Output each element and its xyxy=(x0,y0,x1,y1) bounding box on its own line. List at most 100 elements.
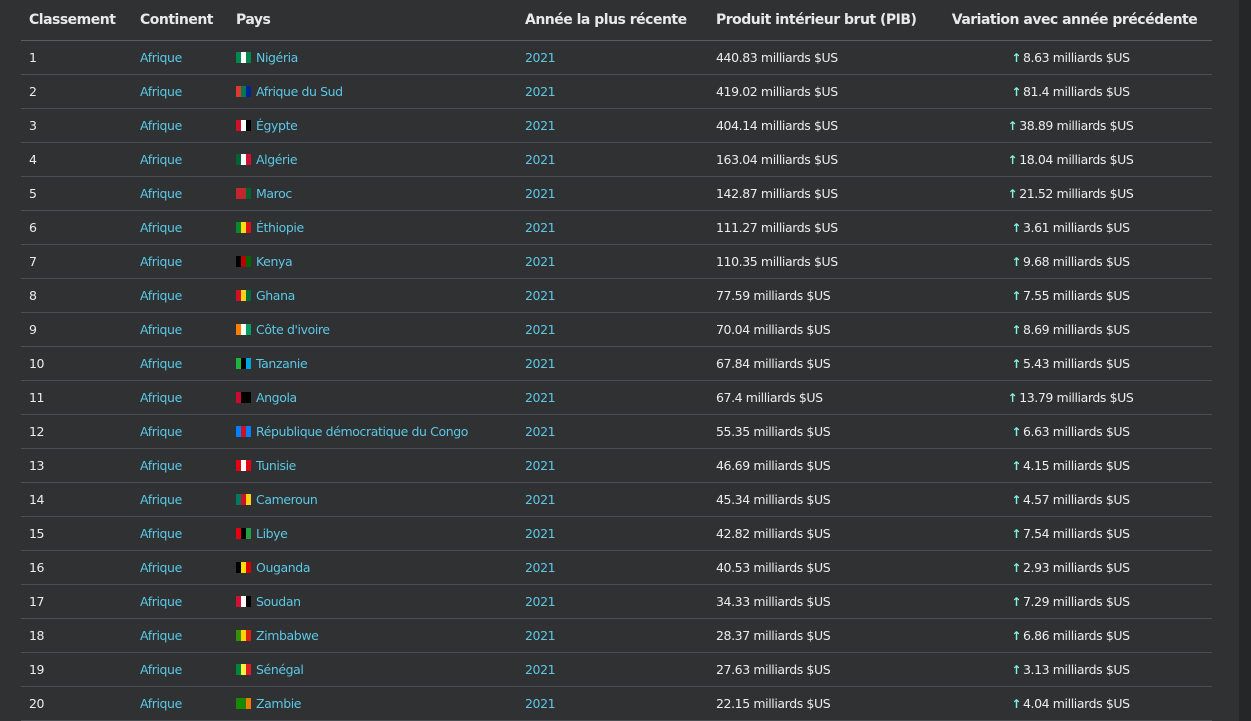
continent-link[interactable]: Afrique xyxy=(132,176,228,211)
change-value: 8.69 milliards $US xyxy=(1022,322,1130,337)
scrollbar[interactable] xyxy=(1239,0,1251,721)
year-link[interactable]: 2021 xyxy=(517,516,708,551)
gdp-cell: 440.83 milliards $US xyxy=(708,40,929,75)
change-value: 38.89 milliards $US xyxy=(1019,118,1134,133)
continent-link[interactable]: Afrique xyxy=(132,584,228,619)
change-cell: ↑ 7.55 milliards $US xyxy=(929,278,1212,313)
year-link[interactable]: 2021 xyxy=(517,482,708,517)
continent-link[interactable]: Afrique xyxy=(132,516,228,551)
year-link[interactable]: 2021 xyxy=(517,686,708,721)
continent-link[interactable]: Afrique xyxy=(132,210,228,245)
continent-link[interactable]: Afrique xyxy=(132,414,228,449)
continent-link[interactable]: Afrique xyxy=(132,108,228,143)
year-link[interactable]: 2021 xyxy=(517,346,708,381)
country-link[interactable]: Nigéria xyxy=(256,50,298,65)
table-row: 19 Afrique Sénégal 2021 27.63 milliards $US ↑… xyxy=(21,652,1212,687)
year-link[interactable]: 2021 xyxy=(517,40,708,75)
header-country[interactable]: Pays xyxy=(228,0,517,41)
country-link[interactable]: Kenya xyxy=(256,254,293,269)
continent-link[interactable]: Afrique xyxy=(132,244,228,279)
country-link[interactable]: Tunisie xyxy=(256,458,296,473)
rank-cell: 7 xyxy=(21,244,132,279)
continent-link[interactable]: Afrique xyxy=(132,74,228,109)
table-row: 2 Afrique Afrique du Sud 2021 419.02 milliar… xyxy=(21,74,1212,109)
country-link[interactable]: Zimbabwe xyxy=(256,628,319,643)
year-link[interactable]: 2021 xyxy=(517,108,708,143)
rank-cell: 17 xyxy=(21,584,132,619)
gdp-cell: 67.4 milliards $US xyxy=(708,380,929,415)
arrow-up-icon: ↑ xyxy=(1007,391,1018,405)
country-link[interactable]: Afrique du Sud xyxy=(256,84,343,99)
change-value: 13.79 milliards $US xyxy=(1019,390,1134,405)
arrow-up-icon: ↑ xyxy=(1011,425,1021,439)
country-cell: Ghana xyxy=(228,278,517,313)
year-link[interactable]: 2021 xyxy=(517,176,708,211)
arrow-up-icon: ↑ xyxy=(1011,493,1021,507)
year-link[interactable]: 2021 xyxy=(517,278,708,313)
year-link[interactable]: 2021 xyxy=(517,380,708,415)
continent-link[interactable]: Afrique xyxy=(132,346,228,381)
change-cell: ↑ 6.86 milliards $US xyxy=(929,618,1212,653)
country-link[interactable]: République démocratique du Congo xyxy=(256,424,468,439)
rank-cell: 3 xyxy=(21,108,132,143)
year-link[interactable]: 2021 xyxy=(517,244,708,279)
country-link[interactable]: Angola xyxy=(256,390,297,405)
country-link[interactable]: Soudan xyxy=(256,594,301,609)
year-link[interactable]: 2021 xyxy=(517,584,708,619)
country-link[interactable]: Ghana xyxy=(256,288,295,303)
year-link[interactable]: 2021 xyxy=(517,142,708,177)
rank-cell: 15 xyxy=(21,516,132,551)
table-body: 1 Afrique Nigéria 2021 440.83 milliards $US ↑… xyxy=(21,40,1212,721)
change-cell: ↑ 4.57 milliards $US xyxy=(929,482,1212,517)
continent-link[interactable]: Afrique xyxy=(132,448,228,483)
year-link[interactable]: 2021 xyxy=(517,652,708,687)
year-link[interactable]: 2021 xyxy=(517,414,708,449)
year-link[interactable]: 2021 xyxy=(517,550,708,585)
gdp-table: Classement Continent Pays Année la plus … xyxy=(21,0,1212,721)
country-link[interactable]: Zambie xyxy=(256,696,302,711)
continent-link[interactable]: Afrique xyxy=(132,312,228,347)
gdp-cell: 46.69 milliards $US xyxy=(708,448,929,483)
country-link[interactable]: Côte d'ivoire xyxy=(256,322,330,337)
year-link[interactable]: 2021 xyxy=(517,312,708,347)
continent-link[interactable]: Afrique xyxy=(132,278,228,313)
table-header: Classement Continent Pays Année la plus … xyxy=(21,0,1212,41)
country-link[interactable]: Éthiopie xyxy=(256,220,304,235)
header-change[interactable]: Variation avec année précédente xyxy=(929,0,1212,41)
country-cell: Libye xyxy=(228,516,517,551)
country-link[interactable]: Maroc xyxy=(256,186,292,201)
continent-link[interactable]: Afrique xyxy=(132,142,228,177)
country-link[interactable]: Égypte xyxy=(256,118,298,133)
header-continent[interactable]: Continent xyxy=(132,0,228,41)
continent-link[interactable]: Afrique xyxy=(132,380,228,415)
continent-link[interactable]: Afrique xyxy=(132,618,228,653)
continent-link[interactable]: Afrique xyxy=(132,40,228,75)
gdp-cell: 45.34 milliards $US xyxy=(708,482,929,517)
header-year[interactable]: Année la plus récente xyxy=(517,0,708,41)
country-link[interactable]: Algérie xyxy=(256,152,298,167)
change-cell: ↑ 7.29 milliards $US xyxy=(929,584,1212,619)
rank-cell: 4 xyxy=(21,142,132,177)
country-link[interactable]: Sénégal xyxy=(256,662,304,677)
continent-link[interactable]: Afrique xyxy=(132,686,228,721)
continent-link[interactable]: Afrique xyxy=(132,652,228,687)
arrow-up-icon: ↑ xyxy=(1011,561,1021,575)
arrow-up-icon: ↑ xyxy=(1007,187,1018,201)
year-link[interactable]: 2021 xyxy=(517,74,708,109)
change-cell: ↑ 13.79 milliards $US xyxy=(929,380,1212,415)
country-link[interactable]: Libye xyxy=(256,526,288,541)
country-link[interactable]: Ouganda xyxy=(256,560,310,575)
country-link[interactable]: Tanzanie xyxy=(256,356,308,371)
header-gdp[interactable]: Produit intérieur brut (PIB) xyxy=(708,0,929,41)
gdp-cell: 34.33 milliards $US xyxy=(708,584,929,619)
change-cell: ↑ 8.69 milliards $US xyxy=(929,312,1212,347)
country-link[interactable]: Cameroun xyxy=(256,492,318,507)
year-link[interactable]: 2021 xyxy=(517,448,708,483)
country-cell: Zimbabwe xyxy=(228,618,517,653)
change-cell: ↑ 7.54 milliards $US xyxy=(929,516,1212,551)
header-rank[interactable]: Classement xyxy=(21,0,132,41)
year-link[interactable]: 2021 xyxy=(517,618,708,653)
year-link[interactable]: 2021 xyxy=(517,210,708,245)
continent-link[interactable]: Afrique xyxy=(132,482,228,517)
continent-link[interactable]: Afrique xyxy=(132,550,228,585)
